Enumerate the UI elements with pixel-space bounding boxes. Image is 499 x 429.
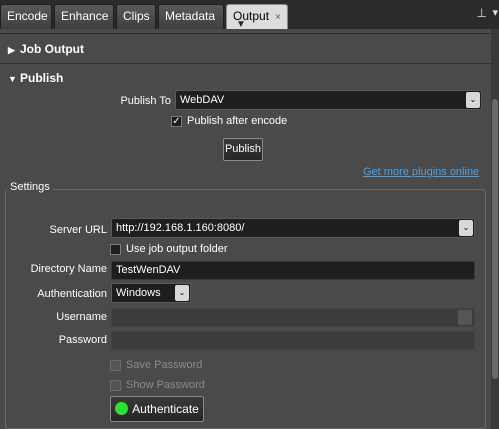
pin-icon[interactable]: ⊥	[477, 7, 487, 19]
authentication-label: Authentication	[37, 288, 107, 300]
authenticate-button[interactable]: Authenticate	[110, 396, 204, 422]
section-header-publish[interactable]: ▼ Publish	[0, 66, 491, 90]
chevron-down-icon: ⌄	[466, 92, 480, 108]
show-password-checkbox[interactable]: Show Password	[110, 379, 205, 391]
tab-label: Enhance	[61, 9, 109, 23]
divider	[0, 63, 491, 64]
username-label: Username	[56, 311, 107, 323]
publish-button[interactable]: Publish	[223, 138, 263, 161]
button-label: Authenticate	[132, 402, 199, 416]
status-ok-icon	[115, 402, 129, 416]
checkbox-label: Save Password	[126, 359, 203, 371]
tab-label: Clips	[123, 9, 150, 23]
checkbox-label: Publish after encode	[187, 115, 288, 127]
publish-to-value: WebDAV	[180, 94, 225, 106]
checkmark-icon: ✓	[171, 115, 182, 127]
expanded-arrow-icon: ▼	[8, 74, 17, 84]
section-title: Publish	[20, 71, 64, 85]
tab-label: Metadata	[165, 9, 216, 23]
scrollbar-thumb[interactable]	[492, 99, 498, 379]
tab-label: Encode	[7, 9, 48, 23]
section-title: Job Output	[20, 42, 84, 56]
save-password-checkbox[interactable]: Save Password	[110, 359, 202, 371]
tab-close-icon[interactable]: ×	[275, 12, 281, 23]
server-url-value: http://192.168.1.160:8080/	[116, 222, 245, 234]
checkbox-label: Use job output folder	[126, 243, 228, 255]
vertical-scrollbar[interactable]	[491, 29, 499, 429]
tab-clips[interactable]: Clips	[116, 4, 156, 29]
collapsed-arrow-icon: ▶	[8, 45, 15, 55]
section-header-job-output[interactable]: ▶ Job Output	[0, 37, 491, 61]
password-label: Password	[58, 334, 107, 346]
chevron-down-icon: ⌄	[175, 285, 189, 301]
checkbox-label: Show Password	[126, 379, 205, 391]
authentication-value: Windows	[116, 287, 161, 299]
authentication-select[interactable]: Windows ⌄	[111, 283, 191, 303]
server-url-combo[interactable]: http://192.168.1.160:8080/ ⌄	[111, 218, 475, 238]
chevron-down-icon: ⌄	[459, 220, 473, 236]
publish-to-label: Publish To	[120, 95, 171, 107]
tab-encode[interactable]: Encode	[0, 4, 52, 29]
get-more-plugins-link[interactable]: Get more plugins online	[363, 166, 479, 178]
tab-metadata[interactable]: Metadata	[158, 4, 224, 29]
publish-after-encode-checkbox[interactable]: ✓ Publish after encode	[171, 115, 287, 127]
publish-to-select[interactable]: WebDAV ⌄	[175, 90, 482, 110]
directory-name-input[interactable]: TestWenDAV	[111, 261, 475, 280]
server-url-label: Server URL	[49, 224, 107, 236]
checkbox-box	[110, 379, 121, 391]
tab-strip: Encode Enhance Clips Metadata Output × ▼ …	[0, 0, 499, 30]
tab-enhance[interactable]: Enhance	[54, 4, 114, 29]
active-tab-indicator-icon: ▼	[236, 19, 246, 30]
output-panel: ▶ Job Output ▼ Publish Publish To WebDAV ⌄…	[0, 29, 491, 429]
window-menu-icon[interactable]: ▾	[492, 8, 498, 19]
password-input[interactable]	[111, 331, 475, 350]
settings-title: Settings	[7, 181, 53, 193]
directory-name-label: Directory Name	[30, 263, 107, 275]
divider	[0, 33, 491, 34]
use-job-output-folder-checkbox[interactable]: Use job output folder	[110, 243, 228, 255]
checkbox-box	[110, 359, 121, 371]
checkbox-box	[110, 243, 121, 255]
username-dropdown-button[interactable]	[458, 310, 472, 325]
username-input[interactable]	[111, 308, 475, 327]
